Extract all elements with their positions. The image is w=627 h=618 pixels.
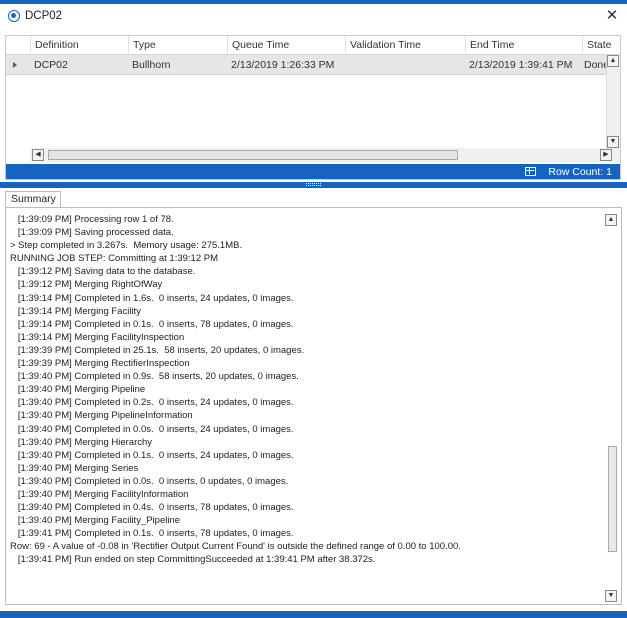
close-button[interactable]: ✕ (603, 6, 621, 26)
title-bar: DCP02 ✕ (0, 4, 627, 30)
log-line: [1:39:40 PM] Completed in 0.1s. 0 insert… (10, 449, 294, 461)
app-logo-icon (8, 10, 20, 22)
vertical-scroll-thumb[interactable] (608, 446, 617, 552)
tab-summary[interactable]: Summary (5, 191, 61, 208)
scroll-up-icon[interactable]: ▲ (607, 55, 619, 67)
summary-vertical-scrollbar[interactable]: ▲ ▼ (605, 214, 619, 602)
jobs-grid: Definition Type Queue Time Validation Ti… (5, 35, 621, 180)
window-title: DCP02 (25, 10, 63, 22)
panel-splitter[interactable] (0, 182, 627, 188)
window-bottom-accent (0, 611, 627, 618)
log-line: [1:39:40 PM] Merging Hierarchy (10, 436, 153, 448)
horizontal-scroll-thumb[interactable] (48, 150, 458, 160)
log-line: [1:39:41 PM] Completed in 0.1s. 0 insert… (10, 528, 294, 540)
summary-panel: [1:39:09 PM] Processing row 1 of 78. [1:… (5, 207, 622, 605)
log-line: [1:39:09 PM] Saving processed data. (10, 227, 174, 239)
cell-end-time: 2/13/2019 1:39:41 PM (469, 59, 573, 71)
log-line: [1:39:40 PM] Completed in 0.9s. 58 inser… (10, 371, 299, 383)
log-output: [1:39:09 PM] Processing row 1 of 78. [1:… (10, 213, 600, 567)
scroll-down-icon[interactable]: ▼ (607, 136, 619, 148)
column-header-end-time[interactable]: End Time (465, 36, 582, 55)
cell-state: Done (584, 59, 606, 71)
log-line: [1:39:14 PM] Merging Facility (10, 305, 141, 317)
grid-vertical-scrollbar[interactable]: ▲ ▼ (606, 55, 620, 148)
log-line: [1:39:09 PM] Processing row 1 of 78. (10, 214, 174, 225)
grid-icon (525, 167, 536, 176)
log-line: [1:39:40 PM] Completed in 0.2s. 0 insert… (10, 397, 294, 409)
log-line: [1:39:40 PM] Merging Pipeline (10, 384, 146, 396)
scroll-down-icon[interactable]: ▼ (605, 590, 617, 602)
log-line: RUNNING JOB STEP: Committing at 1:39:12 … (10, 253, 219, 265)
log-line: [1:39:40 PM] Completed in 0.0s. 0 insert… (10, 475, 289, 487)
log-line: Row: 69 - A value of -0.08 in 'Rectifier… (10, 541, 461, 553)
column-header-state[interactable]: State (582, 36, 620, 55)
log-line: [1:39:40 PM] Merging PipelineInformation (10, 410, 193, 422)
log-line: [1:39:40 PM] Completed in 0.0s. 0 insert… (10, 423, 294, 435)
log-line: [1:39:14 PM] Completed in 0.1s. 0 insert… (10, 318, 294, 330)
scroll-up-icon[interactable]: ▲ (605, 214, 617, 226)
row-arrow-icon (13, 62, 17, 68)
log-line: [1:39:40 PM] Merging FacilityInformation (10, 488, 189, 500)
grid-status-bar: Row Count: 1 (6, 164, 620, 179)
log-line: > Step completed in 3.267s. Memory usage… (10, 240, 243, 252)
log-line: [1:39:39 PM] Completed in 25.1s. 58 inse… (10, 344, 305, 356)
column-header-type[interactable]: Type (128, 36, 227, 55)
log-line: [1:39:40 PM] Completed in 0.4s. 0 insert… (10, 502, 294, 514)
log-line: [1:39:14 PM] Merging FacilityInspection (10, 331, 185, 343)
log-line: [1:39:40 PM] Merging Series (10, 462, 139, 474)
log-line: [1:39:12 PM] Saving data to the database… (10, 266, 196, 278)
scroll-right-icon[interactable]: ▶ (600, 149, 612, 161)
log-line: [1:39:14 PM] Completed in 1.6s. 0 insert… (10, 292, 294, 304)
splitter-grip-icon[interactable] (306, 183, 321, 186)
log-line: [1:39:39 PM] Merging RectifierInspection (10, 358, 190, 370)
log-line: [1:39:41 PM] Run ended on step Committin… (10, 554, 376, 566)
header-indicator-cell (6, 36, 30, 55)
row-count: Row Count: 1 (548, 166, 612, 178)
grid-horizontal-scrollbar[interactable]: ◀ ▶ (30, 148, 620, 162)
cell-validation-time (345, 55, 465, 75)
grid-header: Definition Type Queue Time Validation Ti… (6, 36, 620, 55)
log-line: [1:39:40 PM] Merging Facility_Pipeline (10, 515, 181, 527)
column-header-definition[interactable]: Definition (30, 36, 128, 55)
table-row[interactable]: DCP02 Bullhorn 2/13/2019 1:26:33 PM 2/13… (6, 55, 606, 75)
cell-definition: DCP02 (34, 59, 68, 71)
scroll-left-icon[interactable]: ◀ (32, 149, 44, 161)
cell-type: Bullhorn (132, 59, 171, 71)
column-header-validation-time[interactable]: Validation Time (345, 36, 465, 55)
log-line: [1:39:12 PM] Merging RightOfWay (10, 279, 163, 291)
cell-queue-time: 2/13/2019 1:26:33 PM (231, 59, 335, 71)
column-header-queue-time[interactable]: Queue Time (227, 36, 345, 55)
